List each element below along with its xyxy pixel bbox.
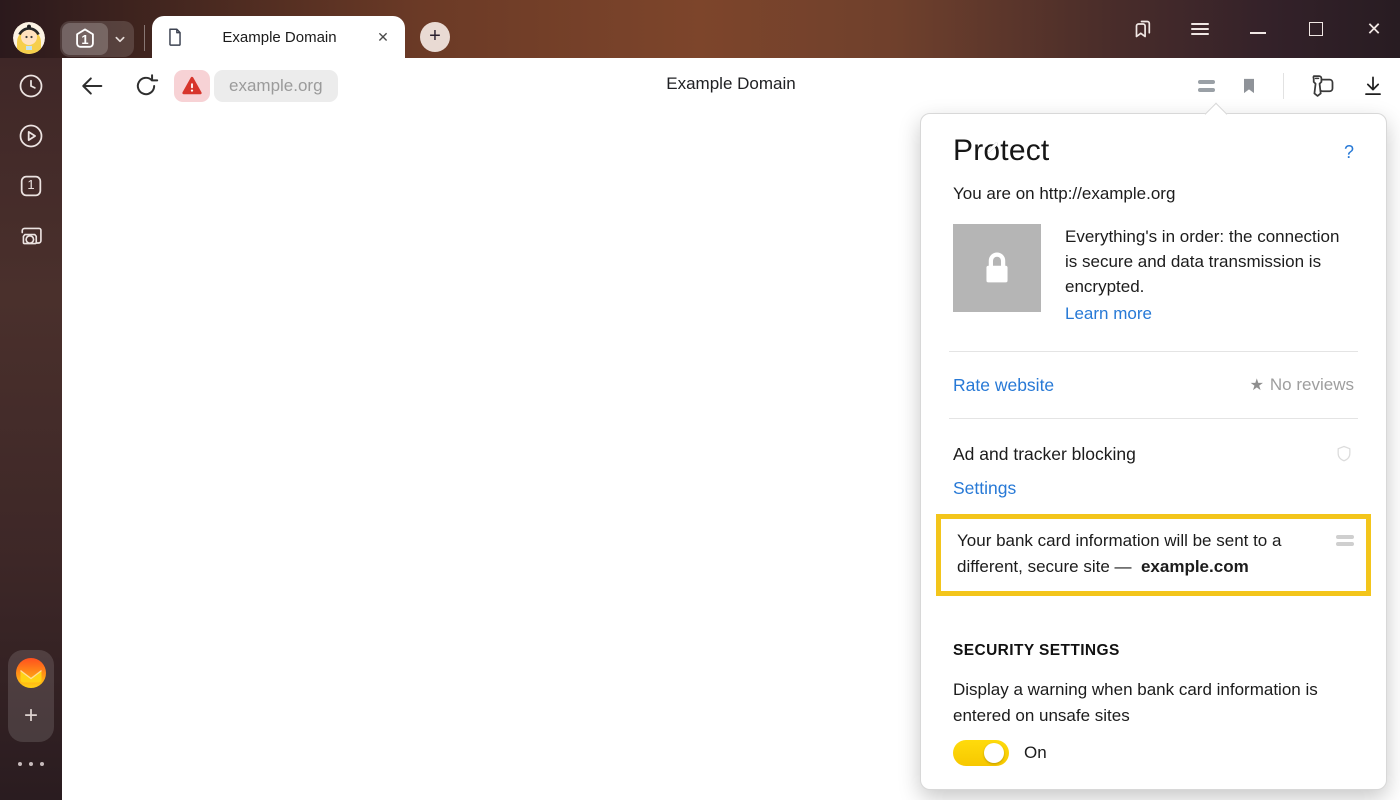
title-part: tect [1000, 134, 1049, 167]
bank-card-warning-highlight[interactable]: Your bank card information will be sent … [936, 514, 1371, 596]
history-icon[interactable] [17, 72, 45, 100]
tab-group-count: 1 [62, 32, 108, 47]
extension-tag-icon[interactable] [1308, 72, 1336, 100]
maximize-button[interactable] [1304, 17, 1328, 41]
browser-window: 1 Example Domain ✕ + [0, 0, 1400, 800]
current-site-text: You are on http://example.org [953, 184, 1354, 204]
screenshot-icon[interactable] [17, 222, 45, 250]
learn-more-link[interactable]: Learn more [1065, 304, 1152, 324]
close-button[interactable]: ✕ [1362, 17, 1386, 41]
add-app-button[interactable]: + [8, 698, 54, 736]
yandex-mail-icon[interactable] [14, 656, 48, 690]
download-icon[interactable] [1360, 73, 1386, 99]
divider [949, 418, 1358, 419]
address-bar[interactable]: example.org [214, 70, 338, 102]
rate-website-row: Rate website ★ No reviews [953, 352, 1354, 418]
titlebar: 1 Example Domain ✕ + [0, 0, 1400, 58]
menu-icon[interactable] [1188, 17, 1212, 41]
minimize-button[interactable] [1246, 17, 1270, 41]
rate-website-link[interactable]: Rate website [953, 375, 1054, 396]
url-text: example.org [229, 76, 323, 96]
title-part: Pr [953, 134, 983, 167]
app-dock: + [8, 650, 54, 742]
star-icon: ★ [1250, 375, 1264, 395]
page-favicon-icon [164, 26, 186, 48]
panel-title: Protect [953, 134, 1049, 168]
protect-panel: Protect ? You are on http://example.org … [920, 113, 1387, 790]
bank-warning-toggle[interactable] [953, 740, 1009, 766]
warning-domain: example.com [1141, 557, 1249, 576]
media-play-icon[interactable] [17, 122, 45, 150]
no-reviews-text: No reviews [1270, 375, 1354, 395]
reviews-summary: ★ No reviews [1250, 375, 1354, 395]
reload-icon[interactable] [132, 72, 160, 100]
window-controls: ✕ [1130, 11, 1386, 47]
security-warning-badge[interactable] [174, 70, 210, 102]
help-link[interactable]: ? [1344, 142, 1354, 163]
sidebar-more-icon[interactable] [0, 762, 62, 766]
side-panel-icon[interactable] [1130, 17, 1154, 41]
tab-counter: 1 [62, 23, 108, 55]
connection-status: Everything's in order: the connection is… [1065, 224, 1354, 324]
avatar-image [13, 22, 45, 54]
status-text: Everything's in order: the connection is… [1065, 224, 1354, 299]
back-icon[interactable] [78, 72, 106, 100]
tab-group-pill[interactable]: 1 [60, 21, 134, 57]
connection-status-row: Everything's in order: the connection is… [953, 224, 1354, 324]
close-glyph: ✕ [1366, 19, 1381, 40]
tab-title: Example Domain [186, 29, 373, 46]
security-setting-description: Display a warning when bank card informa… [953, 677, 1354, 729]
bank-card-warning-text: Your bank card information will be sent … [957, 528, 1326, 580]
adblock-shield-icon [1334, 443, 1354, 465]
lock-icon [953, 224, 1041, 312]
protect-logo-o: o [983, 134, 1000, 168]
toggle-knob [984, 743, 1004, 763]
adblock-row: Ad and tracker blocking [953, 443, 1354, 465]
active-tab[interactable]: Example Domain ✕ [152, 16, 405, 58]
security-settings-heading: SECURITY SETTINGS [953, 642, 1354, 660]
protect-icon[interactable] [1198, 80, 1215, 92]
adblock-label: Ad and tracker blocking [953, 444, 1136, 465]
warning-triangle-icon [181, 75, 203, 97]
warning-dash: — [1115, 557, 1132, 576]
new-tab-button[interactable]: + [420, 22, 450, 52]
tabs-panel-icon[interactable]: 1 [17, 172, 45, 200]
tab-strip-divider [144, 25, 145, 51]
toolbar-divider [1283, 73, 1284, 99]
sidebar-tab-count: 1 [17, 177, 45, 192]
panel-header: Protect ? [953, 134, 1354, 168]
profile-avatar[interactable] [13, 22, 45, 54]
warning-protect-icon [1336, 535, 1354, 580]
tab-close-icon[interactable]: ✕ [373, 27, 393, 47]
security-toggle-row: On [953, 740, 1354, 766]
toolbar: example.org Example Domain [62, 58, 1400, 114]
toggle-state-label: On [1024, 743, 1047, 763]
toolbar-right-icons [1198, 70, 1386, 102]
chevron-down-icon[interactable] [109, 28, 131, 50]
adblock-settings-link[interactable]: Settings [953, 478, 1016, 499]
sidebar: 1 + [0, 58, 62, 800]
bookmark-icon[interactable] [1239, 75, 1259, 97]
